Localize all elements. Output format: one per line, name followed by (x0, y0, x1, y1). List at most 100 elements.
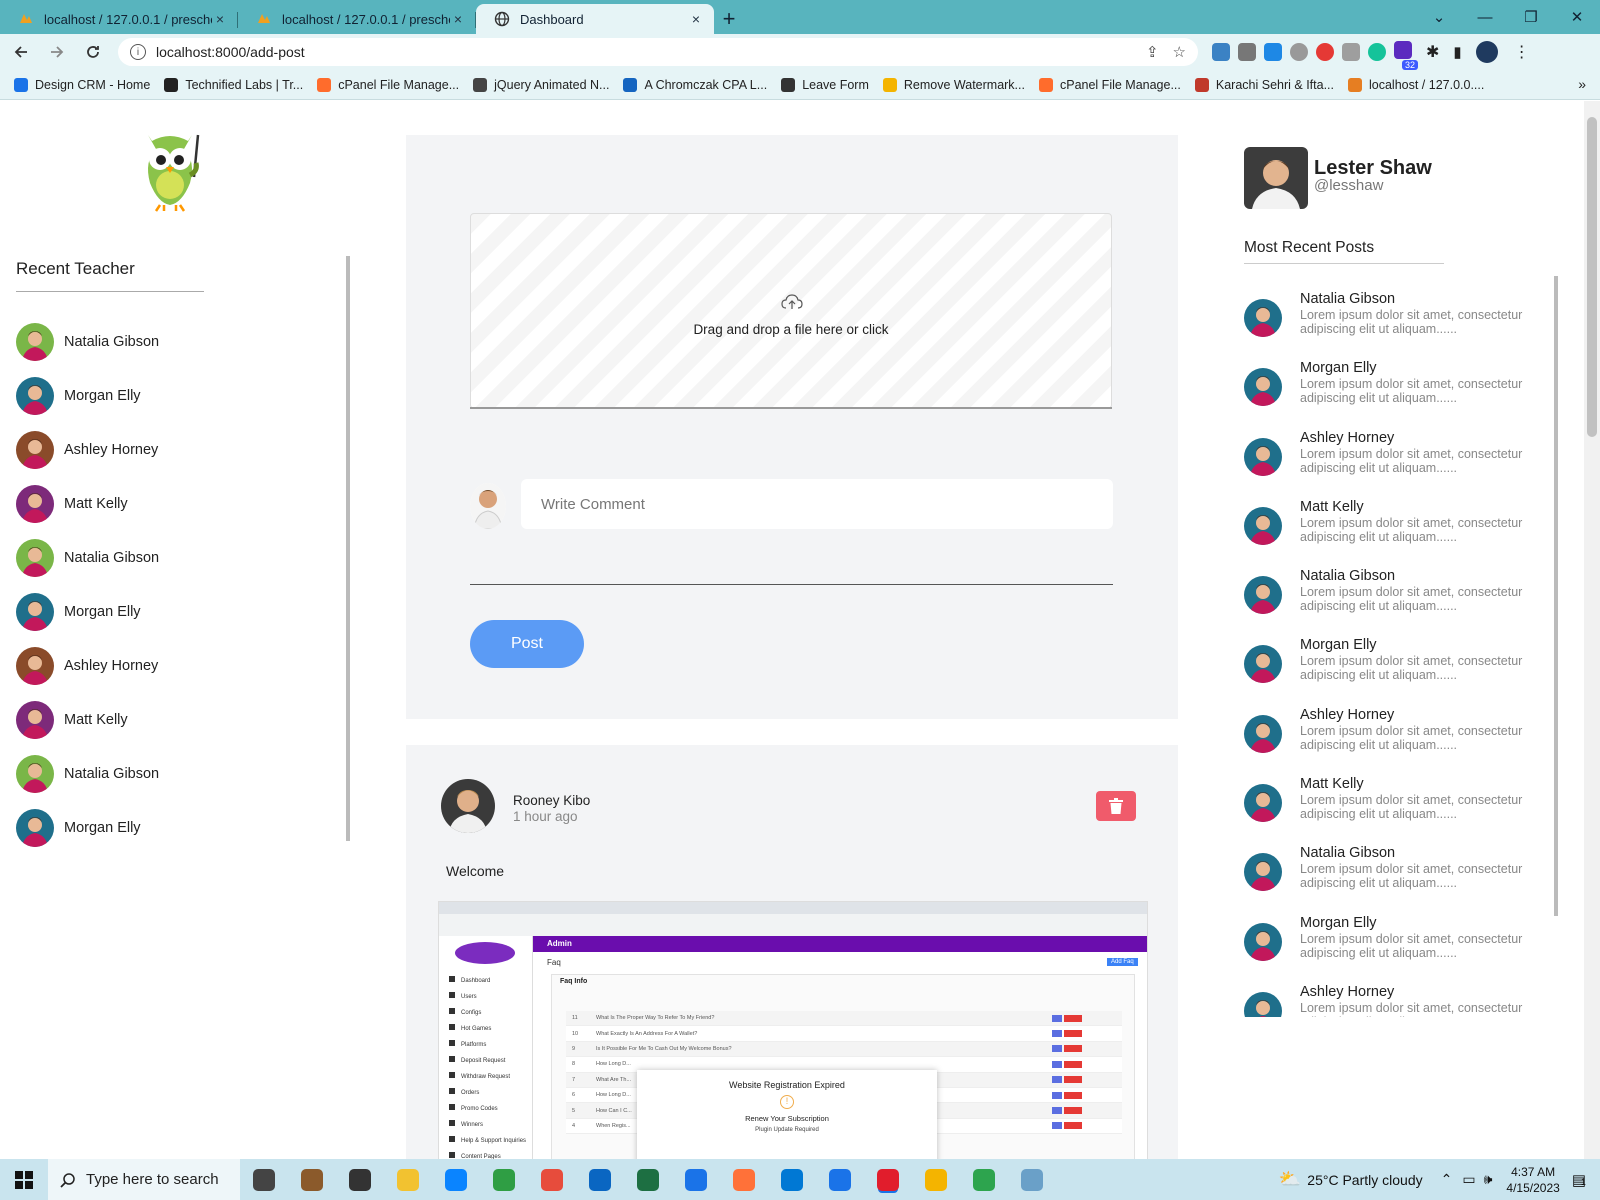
minimize-button[interactable]: — (1462, 0, 1508, 34)
browser-tab-active[interactable]: Dashboard × (476, 4, 714, 34)
globe-extension-icon[interactable] (1290, 43, 1308, 61)
recent-post-item[interactable]: Ashley Horney Lorem ipsum dolor sit amet,… (1244, 707, 1554, 776)
omnibox[interactable]: i localhost:8000/add-post ⇪ ☆ (118, 38, 1198, 66)
recent-post-item[interactable]: Morgan Elly Lorem ipsum dolor sit amet, c… (1244, 915, 1554, 984)
teacher-item[interactable]: Matt Kelly (16, 693, 159, 747)
bookmark-item[interactable]: cPanel File Manage... (1038, 77, 1181, 92)
grammarly-icon[interactable] (1368, 43, 1386, 61)
close-window-button[interactable]: ✕ (1554, 0, 1600, 34)
recent-post-item[interactable]: Morgan Elly Lorem ipsum dolor sit amet, c… (1244, 637, 1554, 706)
page-scrollbar[interactable] (1584, 101, 1600, 1159)
tab-close-icon[interactable]: × (688, 11, 704, 27)
taskbar-app-icon[interactable] (720, 1159, 768, 1200)
side-panel-icon[interactable]: ▮ (1453, 43, 1461, 61)
taskbar-app-icon[interactable] (912, 1159, 960, 1200)
shield-extension-icon[interactable] (1342, 43, 1360, 61)
url-text[interactable]: localhost:8000/add-post (156, 44, 1132, 60)
start-button[interactable] (0, 1159, 48, 1200)
scrollbar-thumb[interactable] (1587, 117, 1597, 437)
taskbar-app-icon[interactable] (624, 1159, 672, 1200)
browser-tab[interactable]: localhost / 127.0.0.1 / preschool_ × (238, 4, 476, 34)
taskbar-app-icon[interactable] (864, 1159, 912, 1200)
more-bookmarks-icon[interactable]: » (1578, 76, 1586, 92)
bookmark-item[interactable]: Leave Form (781, 77, 869, 92)
recent-post-item[interactable]: Natalia Gibson Lorem ipsum dolor sit amet… (1244, 845, 1554, 914)
bookmark-item[interactable]: Remove Watermark... (882, 77, 1025, 92)
recent-post-item[interactable]: Ashley Horney Lorem ipsum dolor sit amet,… (1244, 984, 1554, 1017)
taskbar-app-icon[interactable] (960, 1159, 1008, 1200)
notifications-icon[interactable]: ▤ 1 (1572, 1171, 1586, 1189)
teacher-item[interactable]: Natalia Gibson (16, 747, 159, 801)
taskbar-app-icon[interactable] (240, 1159, 288, 1200)
taskbar-app-icon[interactable] (816, 1159, 864, 1200)
taskbar-app-icon[interactable] (288, 1159, 336, 1200)
forward-button[interactable] (42, 37, 72, 67)
taskbar-app-icon[interactable] (432, 1159, 480, 1200)
share-icon[interactable]: ⇪ (1146, 43, 1159, 61)
taskbar-app-icon[interactable] (1008, 1159, 1056, 1200)
tab-search-icon[interactable]: ⌄ (1416, 0, 1462, 34)
bookmark-item[interactable]: jQuery Animated N... (473, 77, 609, 92)
recent-post-item[interactable]: Natalia Gibson Lorem ipsum dolor sit amet… (1244, 568, 1554, 637)
bookmark-item[interactable]: A Chromczak CPA L... (623, 77, 767, 92)
recent-post-item[interactable]: Ashley Horney Lorem ipsum dolor sit amet,… (1244, 430, 1554, 499)
teacher-item[interactable]: Natalia Gibson (16, 315, 159, 369)
post-button[interactable]: Post (470, 620, 584, 668)
restore-button[interactable]: ❐ (1508, 0, 1554, 34)
stop-extension-icon[interactable] (1316, 43, 1334, 61)
bookmark-item[interactable]: cPanel File Manage... (317, 77, 459, 92)
taskbar-search[interactable]: Type here to search (48, 1159, 240, 1200)
taskbar-app-icon[interactable] (768, 1159, 816, 1200)
bookmark-star-icon[interactable]: ☆ (1173, 43, 1186, 61)
weather-icon[interactable]: ⛅ (1279, 1169, 1301, 1190)
recent-post-item[interactable]: Matt Kelly Lorem ipsum dolor sit amet, co… (1244, 499, 1554, 568)
teacher-item[interactable]: Morgan Elly (16, 801, 159, 855)
bookmark-item[interactable]: Design CRM - Home (14, 77, 150, 92)
taskbar-app-icon[interactable] (576, 1159, 624, 1200)
recent-post-item[interactable]: Natalia Gibson Lorem ipsum dolor sit amet… (1244, 291, 1554, 360)
tab-close-icon[interactable]: × (212, 11, 228, 27)
network-icon[interactable]: ▭ (1462, 1171, 1475, 1188)
extension-icon[interactable] (1264, 43, 1282, 61)
puzzle-icon[interactable]: ✱ (1426, 42, 1439, 62)
author-avatar[interactable] (441, 779, 495, 833)
post-author[interactable]: Rooney Kibo (513, 793, 590, 808)
school-extension[interactable]: 32 (1394, 40, 1418, 70)
taskbar-app-icon[interactable] (528, 1159, 576, 1200)
bookmark-item[interactable]: Karachi Sehri & Ifta... (1194, 77, 1334, 92)
recent-posts-scrollbar[interactable] (1554, 276, 1558, 916)
show-hidden-icons[interactable]: ⌃ (1441, 1171, 1453, 1188)
bookmark-item[interactable]: Technified Labs | Tr... (164, 77, 303, 92)
profile-avatar-icon[interactable] (1475, 41, 1498, 63)
comment-input[interactable] (521, 479, 1113, 529)
taskbar-app-icon[interactable] (384, 1159, 432, 1200)
taskbar-app-icon[interactable] (672, 1159, 720, 1200)
site-info-icon[interactable]: i (130, 44, 146, 60)
teacher-item[interactable]: Morgan Elly (16, 369, 159, 423)
weather-text[interactable]: 25°C Partly cloudy (1307, 1172, 1422, 1188)
teacher-item[interactable]: Natalia Gibson (16, 531, 159, 585)
back-button[interactable] (6, 37, 36, 67)
teacher-item[interactable]: Ashley Horney (16, 423, 159, 477)
teacher-item[interactable]: Morgan Elly (16, 585, 159, 639)
taskbar-app-icon[interactable] (480, 1159, 528, 1200)
file-dropzone[interactable]: Drag and drop a file here or click (470, 213, 1112, 409)
bookmark-item[interactable]: localhost / 127.0.0.... (1348, 77, 1484, 92)
post-image[interactable]: Dashboard Users Configs Hot Games Platforms D… (438, 901, 1148, 1159)
recent-post-item[interactable]: Matt Kelly Lorem ipsum dolor sit amet, co… (1244, 776, 1554, 845)
tab-close-icon[interactable]: × (450, 11, 466, 27)
teacher-item[interactable]: Matt Kelly (16, 477, 159, 531)
clock[interactable]: 4:37 AM 4/15/2023 (1506, 1164, 1559, 1196)
reload-button[interactable] (78, 37, 108, 67)
taskbar-app-icon[interactable] (336, 1159, 384, 1200)
profile-avatar[interactable] (1244, 147, 1308, 209)
new-tab-button[interactable]: + (714, 4, 744, 34)
extension-icon[interactable] (1212, 43, 1230, 61)
browser-tab[interactable]: localhost / 127.0.0.1 / preschool_ × (0, 4, 238, 34)
delete-post-button[interactable] (1096, 791, 1136, 821)
camera-extension-icon[interactable] (1238, 43, 1256, 61)
volume-icon[interactable]: 🕪 (1484, 1171, 1493, 1188)
kebab-menu-icon[interactable]: ⋮ (1514, 42, 1530, 62)
teacher-item[interactable]: Ashley Horney (16, 639, 159, 693)
recent-post-item[interactable]: Morgan Elly Lorem ipsum dolor sit amet, c… (1244, 360, 1554, 429)
